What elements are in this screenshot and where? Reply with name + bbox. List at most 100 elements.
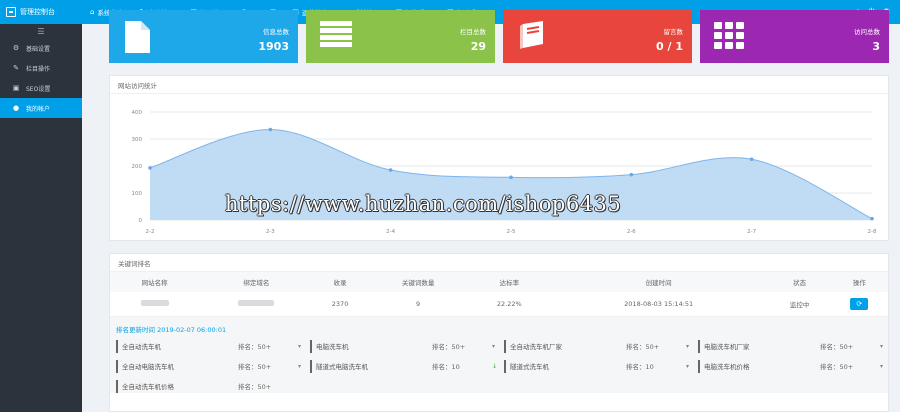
table-header-row: 网站名称 绑定域名 收录 关键词数量 达标率 创建时间 状态 操作 xyxy=(110,272,888,292)
keyword-count-cell: 9 xyxy=(366,292,470,317)
app-brand[interactable]: 管理控制台 xyxy=(0,0,82,24)
keyword-item: 隧道式电脑洗车机 排名：10 ↓ xyxy=(310,359,504,373)
series-area xyxy=(150,129,872,220)
sidebar-item-seo-settings[interactable]: ▣ SEO设置 xyxy=(0,78,82,98)
col-site-name: 网站名称 xyxy=(110,272,200,292)
data-point xyxy=(148,166,152,170)
table-row: 2370 9 22.22% 2018-08-03 15:14:51 监控中 ⟳ xyxy=(110,292,888,317)
panel-title: 网站访问统计 xyxy=(110,76,888,94)
keyword-name: 隧道式电脑洗车机 xyxy=(316,363,368,371)
y-tick-label: 300 xyxy=(132,137,143,143)
indexed-cell: 2370 xyxy=(313,292,367,317)
keyword-rank-panel: 关键词排名 网站名称 绑定域名 收录 关键词数量 达标率 创建时间 状态 操作 … xyxy=(109,253,889,412)
sidebar-item-my-account[interactable]: ● 我的帐户 xyxy=(0,98,82,118)
sidebar-item-label: 栏目操作 xyxy=(26,65,51,73)
document-icon xyxy=(125,21,150,53)
rank-trend-icon: ▾ xyxy=(686,342,690,350)
book-icon xyxy=(520,21,543,49)
sidebar-item-column-ops[interactable]: ✎ 栏目操作 xyxy=(0,58,82,78)
rank-trend-icon: ▾ xyxy=(686,362,690,370)
sidebar-item-label: SEO设置 xyxy=(26,85,51,93)
sidebar-toggle-icon[interactable]: ☰ xyxy=(0,24,82,38)
created-cell: 2018-08-03 15:14:51 xyxy=(548,292,769,317)
sidebar-item-basic-settings[interactable]: ⚙ 基础设置 xyxy=(0,38,82,58)
redacted-domain xyxy=(238,299,275,306)
stat-card-info-total[interactable]: 信息总数 1903 xyxy=(109,10,298,63)
col-domain: 绑定域名 xyxy=(199,272,314,292)
keyword-rank: 排名：50+ xyxy=(432,343,466,351)
x-tick-label: 2-2 xyxy=(146,229,155,235)
visit-area-chart: 0 100 200 300 400 2-2 2-3 2-4 2-5 2-6 2-7 2-8 xyxy=(132,110,877,235)
keyword-name: 全自动电脑洗车机 xyxy=(122,363,174,371)
rank-update-time: 排名更新时间 2019-02-07 06:00:01 xyxy=(110,316,888,338)
x-tick-label: 2-3 xyxy=(266,229,275,235)
keyword-rank: 排名：50+ xyxy=(238,383,272,391)
keyword-grid: 全自动洗车机 排名：50+ ▾ 电脑洗车机 排名：50+ ▾ 全自动洗车机厂家 排名：50… xyxy=(110,337,888,393)
refresh-button[interactable]: ⟳ xyxy=(850,297,869,310)
keyword-rank: 排名：50+ xyxy=(820,363,854,371)
stat-label: 信息总数 xyxy=(263,28,289,36)
app-title: 管理控制台 xyxy=(20,8,55,16)
status-cell: 监控中 xyxy=(768,292,831,317)
panel-title: 关键词排名 xyxy=(110,254,888,272)
rank-trend-icon: ▾ xyxy=(880,362,884,370)
keyword-rank: 排名：50+ xyxy=(238,343,272,351)
home-icon: ⌂ xyxy=(90,8,95,16)
keyword-rank: 排名：50+ xyxy=(820,343,854,351)
col-status: 状态 xyxy=(768,272,831,292)
keyword-name: 隧道式洗车机 xyxy=(510,363,549,371)
sidebar: ☰ ⚙ 基础设置 ✎ 栏目操作 ▣ SEO设置 ● 我的帐户 xyxy=(0,24,82,412)
stat-label: 栏目总数 xyxy=(460,28,486,36)
col-indexed: 收录 xyxy=(313,272,367,292)
visit-stats-panel: 网站访问统计 0 100 200 300 400 2-2 2-3 2-4 2-5 2-6 2-7 2-… xyxy=(109,75,889,241)
data-point xyxy=(629,172,634,177)
pencil-icon: ✎ xyxy=(13,64,19,72)
seo-icon: ▣ xyxy=(12,84,20,92)
gear-icon: ⚙ xyxy=(12,44,20,52)
data-point xyxy=(749,157,754,162)
col-rate: 达标率 xyxy=(469,272,549,292)
rank-trend-icon: ▾ xyxy=(880,342,884,350)
stat-value: 3 xyxy=(872,40,880,53)
rank-trend-icon: ▾ xyxy=(298,342,302,350)
stat-value: 29 xyxy=(470,40,486,53)
stat-card-visits[interactable]: 访问总数 3 xyxy=(700,10,889,63)
keyword-item: 全自动电脑洗车机 排名：50+ ▾ xyxy=(116,359,310,373)
x-tick-label: 2-5 xyxy=(507,229,516,235)
stat-cards: 信息总数 1903 栏目总数 29 留言数 0 / 1 访问总数 3 xyxy=(109,10,889,63)
keyword-item: 隧道式洗车机 排名：10 ▾ xyxy=(504,359,698,373)
stat-value: 1903 xyxy=(258,40,289,53)
domain-cell xyxy=(199,292,314,317)
keyword-name: 电脑洗车机厂家 xyxy=(704,343,750,351)
data-point xyxy=(268,127,273,132)
data-point xyxy=(388,168,393,172)
rank-trend-icon: ↓ xyxy=(492,362,498,370)
list-icon xyxy=(320,21,352,47)
stat-label: 访问总数 xyxy=(854,28,880,36)
sidebar-item-label: 我的帐户 xyxy=(26,105,51,113)
x-tick-label: 2-4 xyxy=(386,229,395,235)
col-keyword-count: 关键词数量 xyxy=(366,272,470,292)
col-operation: 操作 xyxy=(830,272,888,292)
rate-cell: 22.22% xyxy=(469,292,549,317)
stat-card-messages[interactable]: 留言数 0 / 1 xyxy=(503,10,692,63)
keyword-rank: 排名：50+ xyxy=(626,343,660,351)
y-tick-label: 400 xyxy=(132,110,143,116)
keyword-rank: 排名：10 xyxy=(432,363,460,371)
console-logo-icon xyxy=(6,7,16,17)
stat-card-column-total[interactable]: 栏目总数 29 xyxy=(306,10,495,63)
stat-label: 留言数 xyxy=(663,28,684,36)
y-tick-label: 0 xyxy=(139,218,143,224)
y-tick-label: 200 xyxy=(132,164,143,170)
keyword-item: 全自动洗车机价格 排名：50+ xyxy=(116,379,310,393)
keyword-name: 电脑洗车机 xyxy=(316,343,349,351)
keyword-name: 全自动洗车机 xyxy=(122,343,161,351)
data-point xyxy=(509,175,513,180)
keyword-item: 电脑洗车机价格 排名：50+ ▾ xyxy=(698,359,892,373)
user-icon: ● xyxy=(12,104,20,112)
operation-cell: ⟳ xyxy=(830,292,888,317)
keyword-rank: 排名：50+ xyxy=(238,363,272,371)
keyword-name: 全自动洗车机厂家 xyxy=(510,343,562,351)
data-point xyxy=(870,216,874,221)
keyword-item: 全自动洗车机厂家 排名：50+ ▾ xyxy=(504,339,698,353)
